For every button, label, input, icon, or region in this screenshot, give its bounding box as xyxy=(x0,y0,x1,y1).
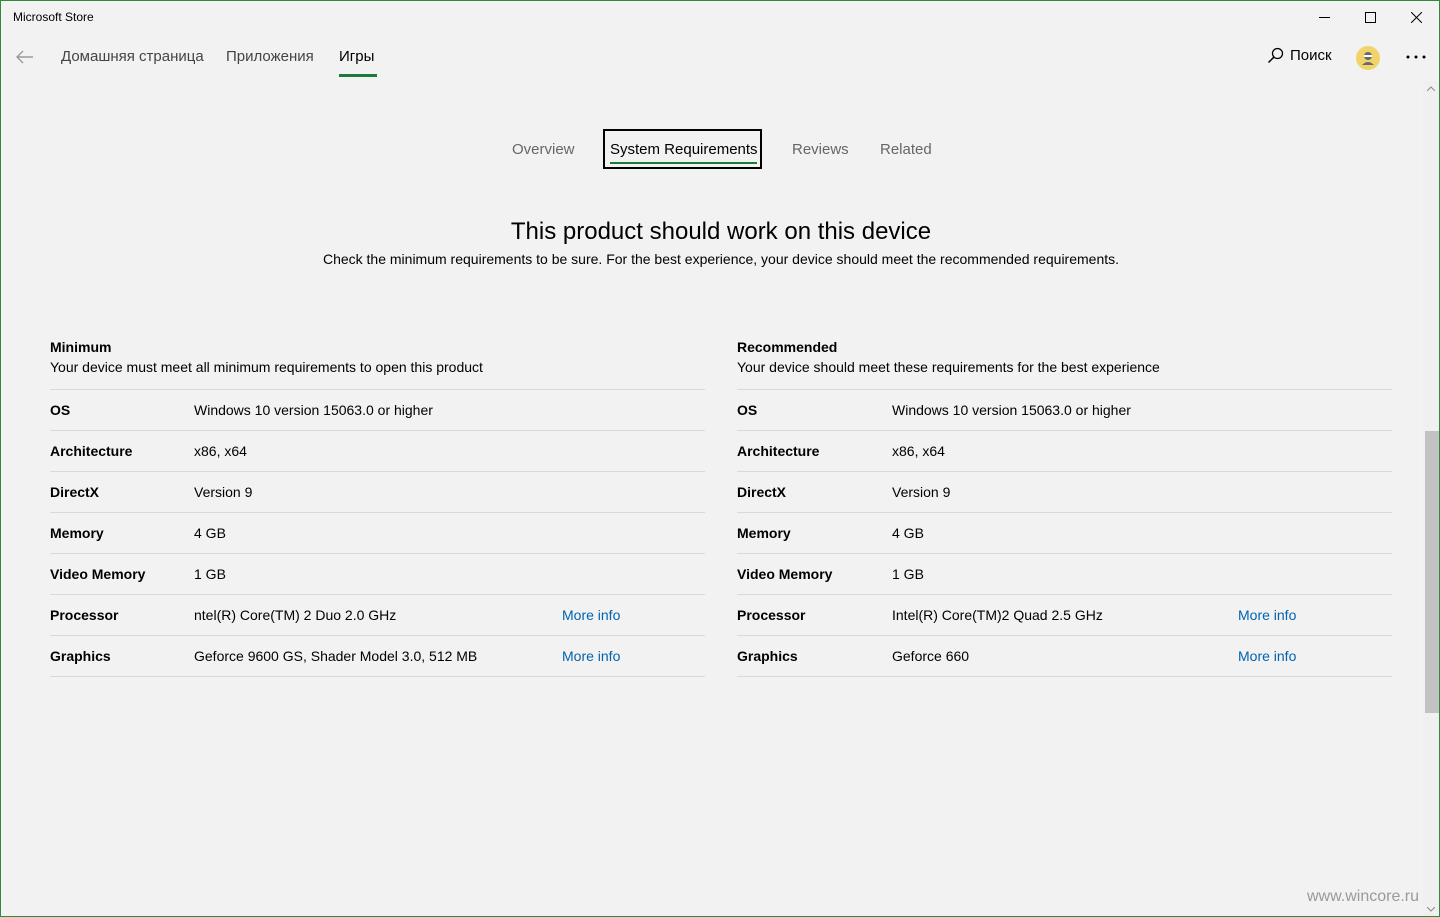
requirement-value: ntel(R) Core(TM) 2 Duo 2.0 GHz xyxy=(194,607,397,623)
more-info-link[interactable]: More info xyxy=(1238,648,1296,664)
maximize-button[interactable] xyxy=(1347,1,1393,33)
requirement-value: 1 GB xyxy=(194,566,226,582)
table-row: Architecture x86, x64 xyxy=(50,430,705,471)
requirement-value: 4 GB xyxy=(892,525,924,541)
more-info-link[interactable]: More info xyxy=(562,648,620,664)
more-info-link[interactable]: More info xyxy=(562,607,620,623)
requirement-value: Version 9 xyxy=(892,484,951,500)
nav-apps[interactable]: Приложения xyxy=(226,48,314,65)
table-row: Graphics Geforce 9600 GS, Shader Model 3… xyxy=(50,635,705,677)
close-button[interactable] xyxy=(1393,1,1439,33)
scroll-down-button[interactable] xyxy=(1423,902,1439,916)
tab-system-requirements-label: System Requirements xyxy=(610,141,758,158)
requirement-label: Processor xyxy=(737,607,806,623)
tab-overview[interactable]: Overview xyxy=(512,141,575,158)
product-tabs: Overview System Requirements Reviews Rel… xyxy=(1,129,1421,169)
recommended-list: OS Windows 10 version 15063.0 or higher … xyxy=(737,389,1392,677)
requirement-value: Windows 10 version 15063.0 or higher xyxy=(892,402,1131,418)
requirement-value: Version 9 xyxy=(194,484,253,500)
table-row: Memory 4 GB xyxy=(50,512,705,553)
minimum-description: Your device must meet all minimum requir… xyxy=(50,359,483,375)
requirement-label: Graphics xyxy=(737,648,798,664)
requirement-value: Intel(R) Core(TM)2 Quad 2.5 GHz xyxy=(892,607,1103,623)
table-row: Graphics Geforce 660 More info xyxy=(737,635,1392,677)
table-row: Memory 4 GB xyxy=(737,512,1392,553)
more-options-button[interactable] xyxy=(1401,43,1431,71)
table-row: Video Memory 1 GB xyxy=(50,553,705,594)
recommended-description: Your device should meet these requiremen… xyxy=(737,359,1160,375)
requirement-label: Architecture xyxy=(737,443,820,459)
search-icon xyxy=(1267,47,1284,64)
more-info-link[interactable]: More info xyxy=(1238,607,1296,623)
table-row: OS Windows 10 version 15063.0 or higher xyxy=(737,389,1392,430)
tab-related[interactable]: Related xyxy=(880,141,932,158)
nav-bar: Домашняя страница Приложения Игры Поиск xyxy=(1,33,1426,81)
minimum-requirements: Minimum Your device must meet all minimu… xyxy=(50,339,705,677)
requirement-value: 1 GB xyxy=(892,566,924,582)
table-row: DirectX Version 9 xyxy=(50,471,705,512)
table-row: Processor ntel(R) Core(TM) 2 Duo 2.0 GHz… xyxy=(50,594,705,635)
requirement-label: OS xyxy=(50,402,71,418)
tab-active-indicator xyxy=(610,162,757,164)
compatibility-subline: Check the minimum requirements to be sur… xyxy=(322,251,1120,267)
requirement-value: x86, x64 xyxy=(194,443,247,459)
recommended-title: Recommended xyxy=(737,339,838,355)
table-row: Architecture x86, x64 xyxy=(737,430,1392,471)
requirement-label: DirectX xyxy=(50,484,100,500)
search-button[interactable]: Поиск xyxy=(1267,47,1332,64)
table-row: Processor Intel(R) Core(TM)2 Quad 2.5 GH… xyxy=(737,594,1392,635)
close-icon xyxy=(1410,11,1422,23)
recommended-requirements: Recommended Your device should meet thes… xyxy=(737,339,1392,677)
tab-system-requirements[interactable]: System Requirements xyxy=(603,129,762,169)
requirement-value: Geforce 660 xyxy=(892,648,970,664)
watermark: www.wincore.ru xyxy=(1307,888,1420,905)
minimum-title: Minimum xyxy=(50,339,112,355)
avatar[interactable] xyxy=(1356,46,1380,70)
tab-reviews[interactable]: Reviews xyxy=(792,141,849,158)
chevron-up-icon xyxy=(1427,85,1435,91)
scroll-up-button[interactable] xyxy=(1423,81,1439,95)
table-row: DirectX Version 9 xyxy=(737,471,1392,512)
vertical-scrollbar[interactable] xyxy=(1423,81,1439,916)
requirement-label: Graphics xyxy=(50,648,111,664)
requirement-label: Video Memory xyxy=(50,566,146,582)
requirement-value: 4 GB xyxy=(194,525,226,541)
search-label: Поиск xyxy=(1290,47,1332,64)
requirement-value: x86, x64 xyxy=(892,443,945,459)
requirement-label: Memory xyxy=(737,525,791,541)
scrollbar-thumb[interactable] xyxy=(1425,431,1439,713)
requirement-value: Windows 10 version 15063.0 or higher xyxy=(194,402,433,418)
table-row: OS Windows 10 version 15063.0 or higher xyxy=(50,389,705,430)
store-window: Microsoft Store Домашняя страница Прилож… xyxy=(0,0,1440,917)
nav-home[interactable]: Домашняя страница xyxy=(61,48,204,65)
requirement-label: DirectX xyxy=(737,484,787,500)
requirement-label: Processor xyxy=(50,607,119,623)
requirement-label: Memory xyxy=(50,525,104,541)
requirement-label: OS xyxy=(737,402,758,418)
chevron-down-icon xyxy=(1427,906,1435,912)
compatibility-headline: This product should work on this device xyxy=(510,218,932,245)
more-dots-icon xyxy=(1406,55,1426,59)
minimize-button[interactable] xyxy=(1301,1,1347,33)
minimize-icon xyxy=(1318,16,1330,18)
requirement-label: Video Memory xyxy=(737,566,833,582)
nav-active-indicator xyxy=(339,74,377,77)
table-row: Video Memory 1 GB xyxy=(737,553,1392,594)
title-bar: Microsoft Store xyxy=(1,1,1439,33)
requirement-label: Architecture xyxy=(50,443,133,459)
requirement-value: Geforce 9600 GS, Shader Model 3.0, 512 M… xyxy=(194,648,478,664)
minimum-list: OS Windows 10 version 15063.0 or higher … xyxy=(50,389,705,677)
maximize-icon xyxy=(1364,11,1376,23)
nav-games[interactable]: Игры xyxy=(339,48,374,65)
back-button[interactable] xyxy=(9,41,41,73)
arrow-left-icon xyxy=(16,50,33,64)
user-avatar-icon xyxy=(1362,52,1374,65)
window-title: Microsoft Store xyxy=(13,10,94,24)
